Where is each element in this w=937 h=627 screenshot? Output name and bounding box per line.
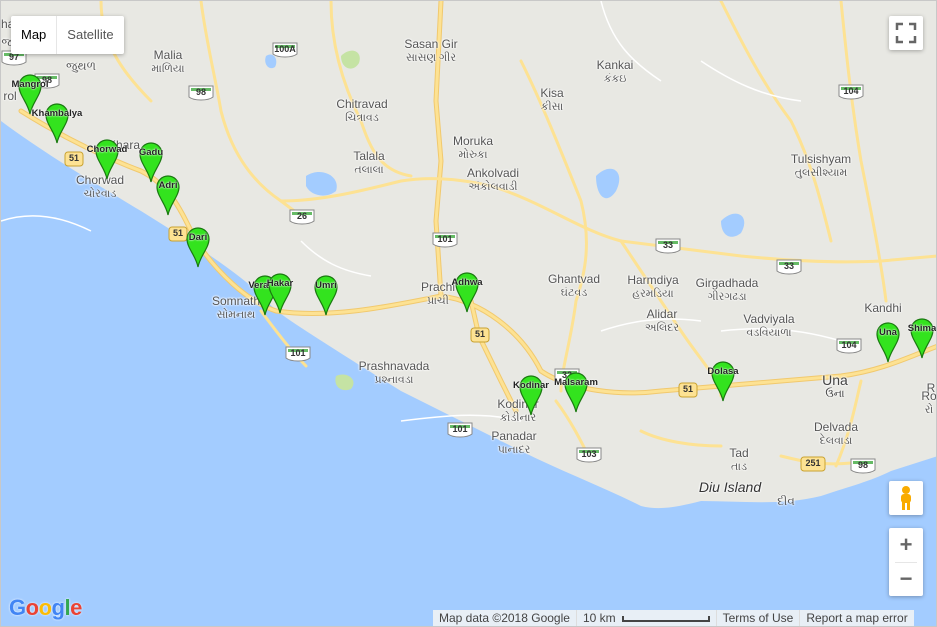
- place-label: Kankai કંકઇ: [596, 58, 634, 85]
- zoom-control: + −: [889, 528, 923, 596]
- lake: [306, 171, 337, 196]
- road-shield: 98: [850, 458, 876, 474]
- map-marker[interactable]: Kodinar: [513, 374, 549, 416]
- place-label: Vadviyala વડવિયાળા: [743, 312, 795, 339]
- place-label: Prashnavada પ્રશ્નાવડા: [358, 359, 430, 386]
- map-marker[interactable]: Dolasa: [707, 360, 739, 402]
- zoom-in-button[interactable]: +: [889, 528, 923, 562]
- map-marker[interactable]: Hakar: [267, 272, 293, 314]
- logo-letter: G: [9, 595, 26, 620]
- place-label: Tulsishyam તુલસીશ્યામ: [790, 152, 852, 179]
- place-label: Panadar પાનાદર: [491, 429, 537, 456]
- road-shield: 51: [678, 382, 698, 398]
- park: [341, 50, 360, 69]
- map-marker[interactable]: Dari: [185, 226, 211, 268]
- place-label: Prachi પ્રાચી: [420, 280, 456, 307]
- pegman-icon: [901, 486, 911, 510]
- place-label: Kandhi: [864, 301, 902, 315]
- road-shield: 103: [576, 447, 602, 463]
- google-logo[interactable]: Google: [9, 595, 82, 621]
- place-label: Sasan Gir સાસણ ગીર: [404, 37, 458, 64]
- road-shield: 101: [447, 422, 473, 438]
- scale-bar: [621, 615, 710, 622]
- map-marker[interactable]: Adhwa: [451, 271, 483, 313]
- place-label: Alidar અલિદર: [644, 307, 680, 334]
- road-shield: 101: [285, 346, 311, 362]
- map-marker[interactable]: Malsaram: [554, 371, 598, 413]
- logo-letter: o: [38, 595, 52, 620]
- place-label: Harmdiya હરમડિયા: [627, 273, 679, 300]
- place-label: Moruka મોરુકા: [452, 134, 494, 161]
- road-shield: 104: [838, 84, 864, 100]
- map-footer: Map data ©2018 Google 10 km Terms of Use…: [433, 610, 914, 626]
- map-marker[interactable]: Adri: [155, 174, 181, 216]
- report-error-link[interactable]: Report a map error: [799, 610, 913, 626]
- road-shield: 33: [776, 259, 802, 275]
- map-marker[interactable]: Umri: [313, 274, 339, 316]
- map-base-layer: [1, 1, 936, 626]
- map-marker[interactable]: Chorwad: [87, 138, 127, 180]
- road-shield: 101: [432, 232, 458, 248]
- street-view-button[interactable]: [889, 481, 923, 515]
- place-label: Diu Island: [698, 479, 762, 495]
- map-type-control: Map Satellite: [11, 16, 124, 54]
- map-marker[interactable]: Una: [875, 321, 901, 363]
- place-label: Ankolvadi અંકોલવાડી: [466, 166, 520, 193]
- map-marker[interactable]: Shima: [908, 317, 936, 359]
- map-type-satellite-button[interactable]: Satellite: [56, 16, 123, 54]
- road-shield: 33: [655, 238, 681, 254]
- place-label: Girgadhada ગીરગઢડા: [695, 276, 759, 303]
- place-label: rol: [3, 89, 17, 103]
- place-label: દીવ: [777, 494, 795, 508]
- place-label: જુથળ: [66, 59, 96, 73]
- place-label: Delvada દેલવાડા: [813, 420, 859, 447]
- logo-letter: o: [25, 595, 39, 620]
- map-type-map-button[interactable]: Map: [11, 16, 56, 54]
- road-shield: 251: [800, 456, 826, 472]
- road-shield: 104: [836, 338, 862, 354]
- lake: [721, 213, 745, 237]
- lake: [596, 168, 620, 199]
- road-shield: 98: [188, 85, 214, 101]
- logo-letter: e: [70, 595, 82, 620]
- zoom-divider: [895, 562, 917, 563]
- road-shield: 100A: [272, 42, 298, 58]
- place-label: Kisa કીસા: [540, 86, 564, 113]
- map-marker[interactable]: Khambalya: [32, 102, 82, 144]
- fullscreen-icon: [895, 22, 917, 44]
- place-label: Tad તાડ: [729, 446, 749, 473]
- place-label: Talala તલાલા: [353, 149, 385, 176]
- place-label: Ro રો: [921, 389, 937, 416]
- sea: [1, 121, 936, 626]
- scale-control[interactable]: 10 km: [575, 610, 716, 626]
- road-shield: 51: [470, 327, 490, 343]
- place-label: Chitravad ચિત્રાવડ: [336, 97, 388, 124]
- scale-label: 10 km: [582, 611, 616, 625]
- terms-link[interactable]: Terms of Use: [715, 610, 800, 626]
- place-label: Una ઉના: [822, 372, 848, 400]
- fullscreen-button[interactable]: [889, 16, 923, 50]
- place-label: Malia માળિયા: [151, 48, 185, 75]
- map-data-attribution[interactable]: Map data ©2018 Google: [433, 610, 576, 626]
- zoom-out-button[interactable]: −: [889, 562, 923, 596]
- map-canvas[interactable]: Sasan Gir સાસણ ગીર Kankai કંકઇ Malia માળિયા…: [0, 0, 937, 627]
- road-shield: 51: [64, 151, 84, 167]
- place-label: Ghantvad ઘંટવડ: [547, 272, 601, 299]
- logo-letter: g: [51, 595, 65, 620]
- road-shield: 26: [289, 209, 315, 225]
